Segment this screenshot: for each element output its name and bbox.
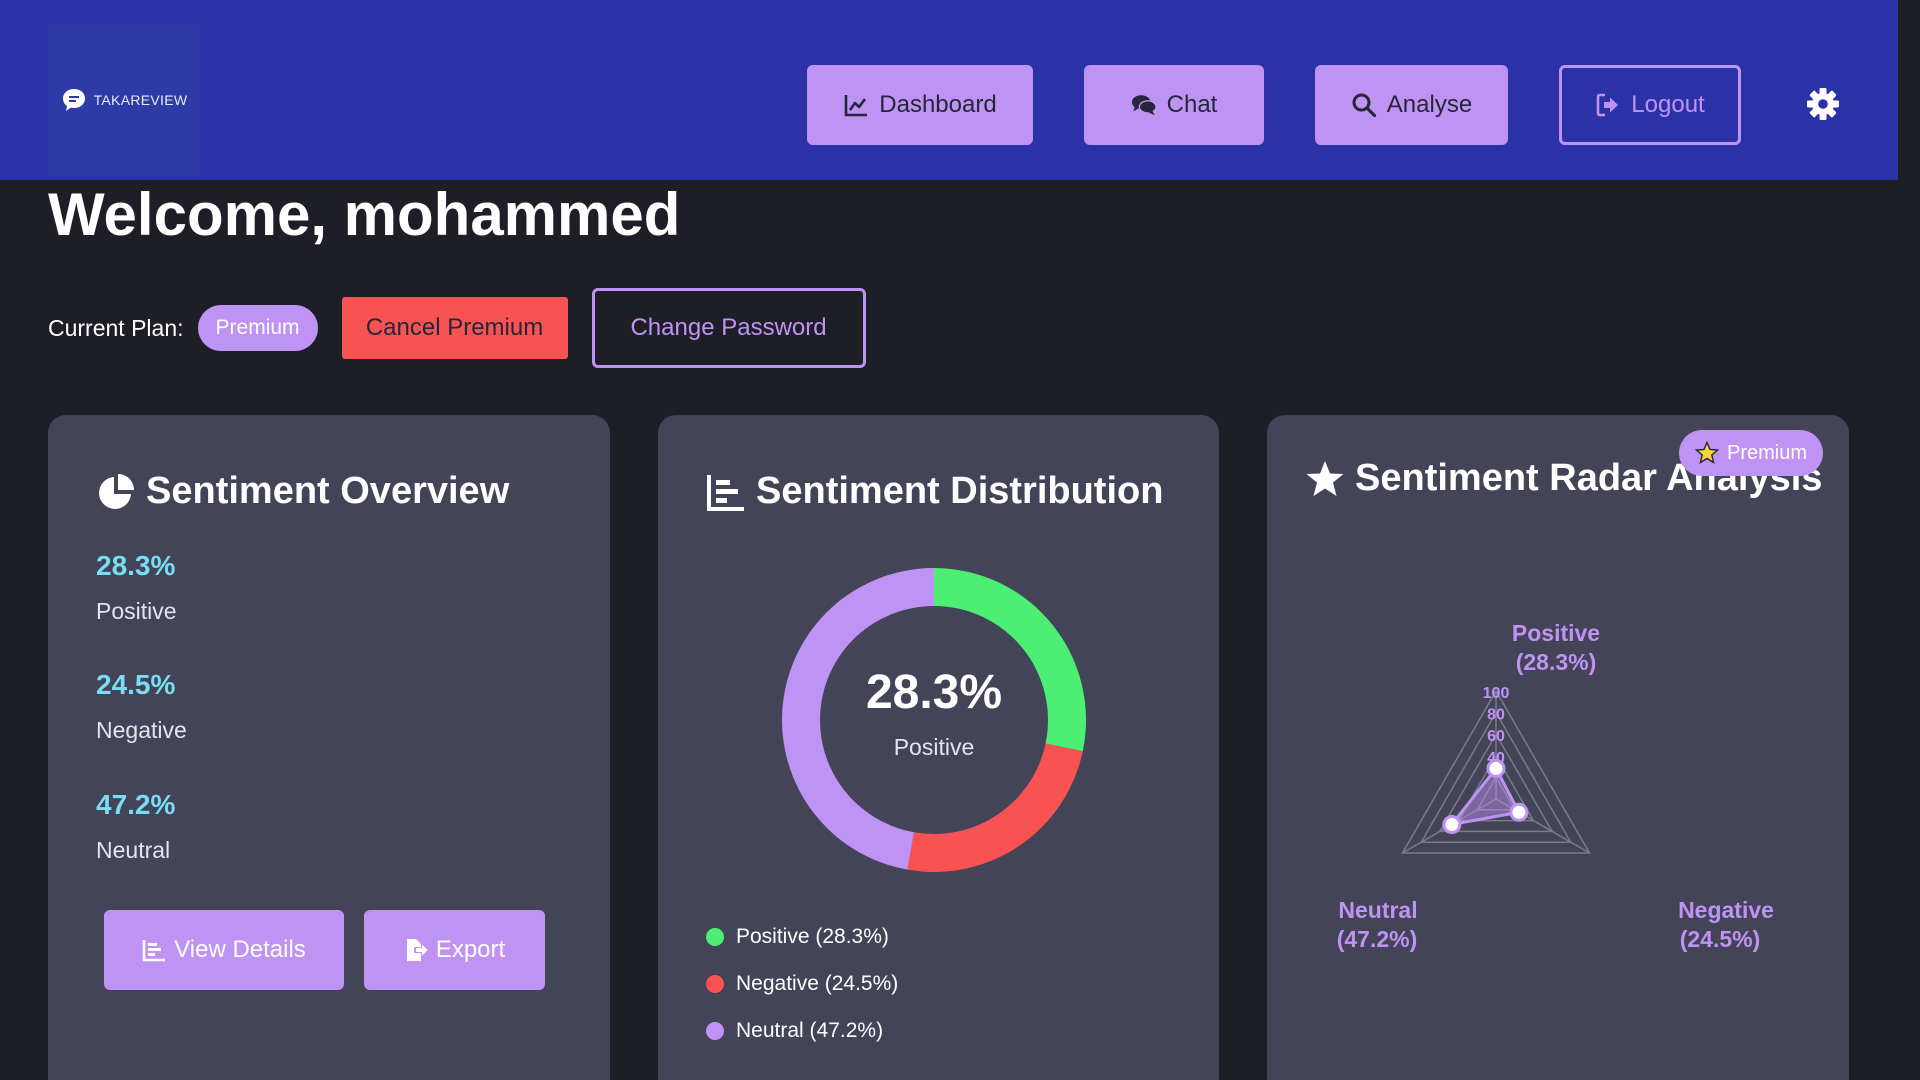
stat-neutral: 47.2% Neutral: [96, 789, 175, 864]
sentiment-overview-card: Sentiment Overview 28.3% Positive 24.5% …: [48, 415, 610, 1080]
sentiment-distribution-card: Sentiment Distribution 28.3% Positive Po…: [658, 415, 1219, 1080]
legend-item-negative: Negative (24.5%): [706, 960, 898, 1007]
dashboard-button-label: Dashboard: [879, 91, 997, 118]
sentiment-radar-chart: Positive (28.3%) Negative (24.5%) Neutra…: [1337, 620, 1774, 952]
plan-row: Current Plan: Premium Cancel Premium Cha…: [48, 288, 866, 368]
app-viewport: TAKAREVIEW Dashboard Chat Analyse Logout…: [0, 0, 1898, 1080]
radar-label-positive-line2: (28.3%): [1516, 649, 1597, 675]
legend-item-neutral: Neutral (47.2%): [706, 1007, 898, 1054]
page-title: Welcome, mohammed: [48, 181, 681, 248]
star-icon: [1306, 460, 1344, 496]
stat-positive-label: Positive: [96, 598, 177, 624]
stat-neutral-value: 47.2%: [96, 789, 176, 820]
stat-positive-value: 28.3%: [96, 550, 176, 581]
distribution-title-text: Sentiment Distribution: [756, 470, 1164, 512]
chat-button-label: Chat: [1166, 91, 1218, 118]
radar-point-neutral[interactable]: [1442, 814, 1462, 834]
export-button[interactable]: Export: [364, 910, 545, 990]
stat-negative-value: 24.5%: [96, 669, 176, 700]
stat-positive: 28.3% Positive: [96, 550, 177, 625]
legend-label-negative: Negative (24.5%): [736, 971, 899, 995]
top-navbar: TAKAREVIEW Dashboard Chat Analyse Logout: [0, 0, 1898, 180]
radar-point-positive[interactable]: [1486, 758, 1506, 778]
analyse-button[interactable]: Analyse: [1315, 65, 1508, 145]
bar-chart-icon: [142, 940, 166, 962]
legend-label-positive: Positive (28.3%): [736, 924, 889, 948]
stat-negative-label: Negative: [96, 717, 187, 743]
view-details-button[interactable]: View Details: [104, 910, 344, 990]
logo[interactable]: TAKAREVIEW: [48, 24, 200, 176]
radar-tick-label: 80: [1487, 707, 1505, 724]
radar-label-neutral-line2: (47.2%): [1337, 926, 1418, 952]
logo-text: TAKAREVIEW: [93, 92, 188, 108]
star-icon: [1695, 441, 1719, 464]
premium-tag-label: Premium: [1727, 441, 1808, 464]
donut-legend: Positive (28.3%) Negative (24.5%) Neutra…: [706, 913, 898, 1054]
donut-center: 28.3% Positive: [782, 665, 1086, 761]
search-icon: [1352, 93, 1376, 118]
line-chart-icon: [844, 95, 868, 117]
current-plan-label: Current Plan:: [48, 314, 184, 341]
view-details-label: View Details: [174, 936, 306, 963]
logout-button-label: Logout: [1631, 91, 1705, 118]
overview-title-text: Sentiment Overview: [146, 470, 510, 512]
legend-dot-negative: [706, 974, 724, 993]
plan-badge: Premium: [197, 305, 318, 351]
premium-tag: Premium: [1679, 430, 1824, 476]
donut-slice-negative[interactable]: [907, 743, 1083, 872]
cancel-premium-button[interactable]: Cancel Premium: [341, 297, 568, 359]
radar-label-positive-line1: Positive: [1512, 620, 1600, 646]
export-label: Export: [435, 936, 506, 963]
file-export-icon: [406, 939, 428, 961]
radar-point-negative[interactable]: [1509, 802, 1529, 822]
legend-label-neutral: Neutral (47.2%): [736, 1018, 884, 1042]
radar-tick-label: 100: [1483, 685, 1510, 702]
logout-button[interactable]: Logout: [1559, 65, 1741, 145]
settings-gear-icon[interactable]: [1806, 87, 1840, 121]
pie-chart-icon: [99, 473, 134, 509]
sentiment-radar-card: Positive (28.3%) Negative (24.5%) Neutra…: [1267, 415, 1849, 1080]
donut-center-value: 28.3%: [865, 666, 1003, 719]
chat-bubble-icon: [62, 89, 85, 111]
stat-negative: 24.5% Negative: [96, 669, 187, 744]
comments-icon: [1131, 95, 1157, 116]
legend-item-positive: Positive (28.3%): [706, 913, 898, 960]
legend-dot-neutral: [706, 1021, 724, 1040]
donut-center-label: Positive: [893, 734, 975, 760]
radar-label-neutral-line1: Neutral: [1338, 897, 1417, 923]
radar-tick-label: 60: [1487, 728, 1505, 745]
overview-title: Sentiment Overview: [96, 470, 509, 513]
distribution-title: Sentiment Distribution: [706, 470, 1163, 513]
bar-chart-icon: [707, 474, 744, 511]
chat-button[interactable]: Chat: [1084, 65, 1264, 145]
change-password-button[interactable]: Change Password: [591, 288, 866, 368]
analyse-button-label: Analyse: [1386, 91, 1473, 118]
stat-neutral-label: Neutral: [96, 837, 171, 863]
dashboard-button[interactable]: Dashboard: [807, 65, 1033, 145]
sign-out-icon: [1596, 93, 1619, 117]
radar-label-negative-line2: (24.5%): [1680, 926, 1761, 952]
radar-label-negative-line1: Negative: [1678, 897, 1774, 923]
legend-dot-positive: [706, 927, 724, 946]
